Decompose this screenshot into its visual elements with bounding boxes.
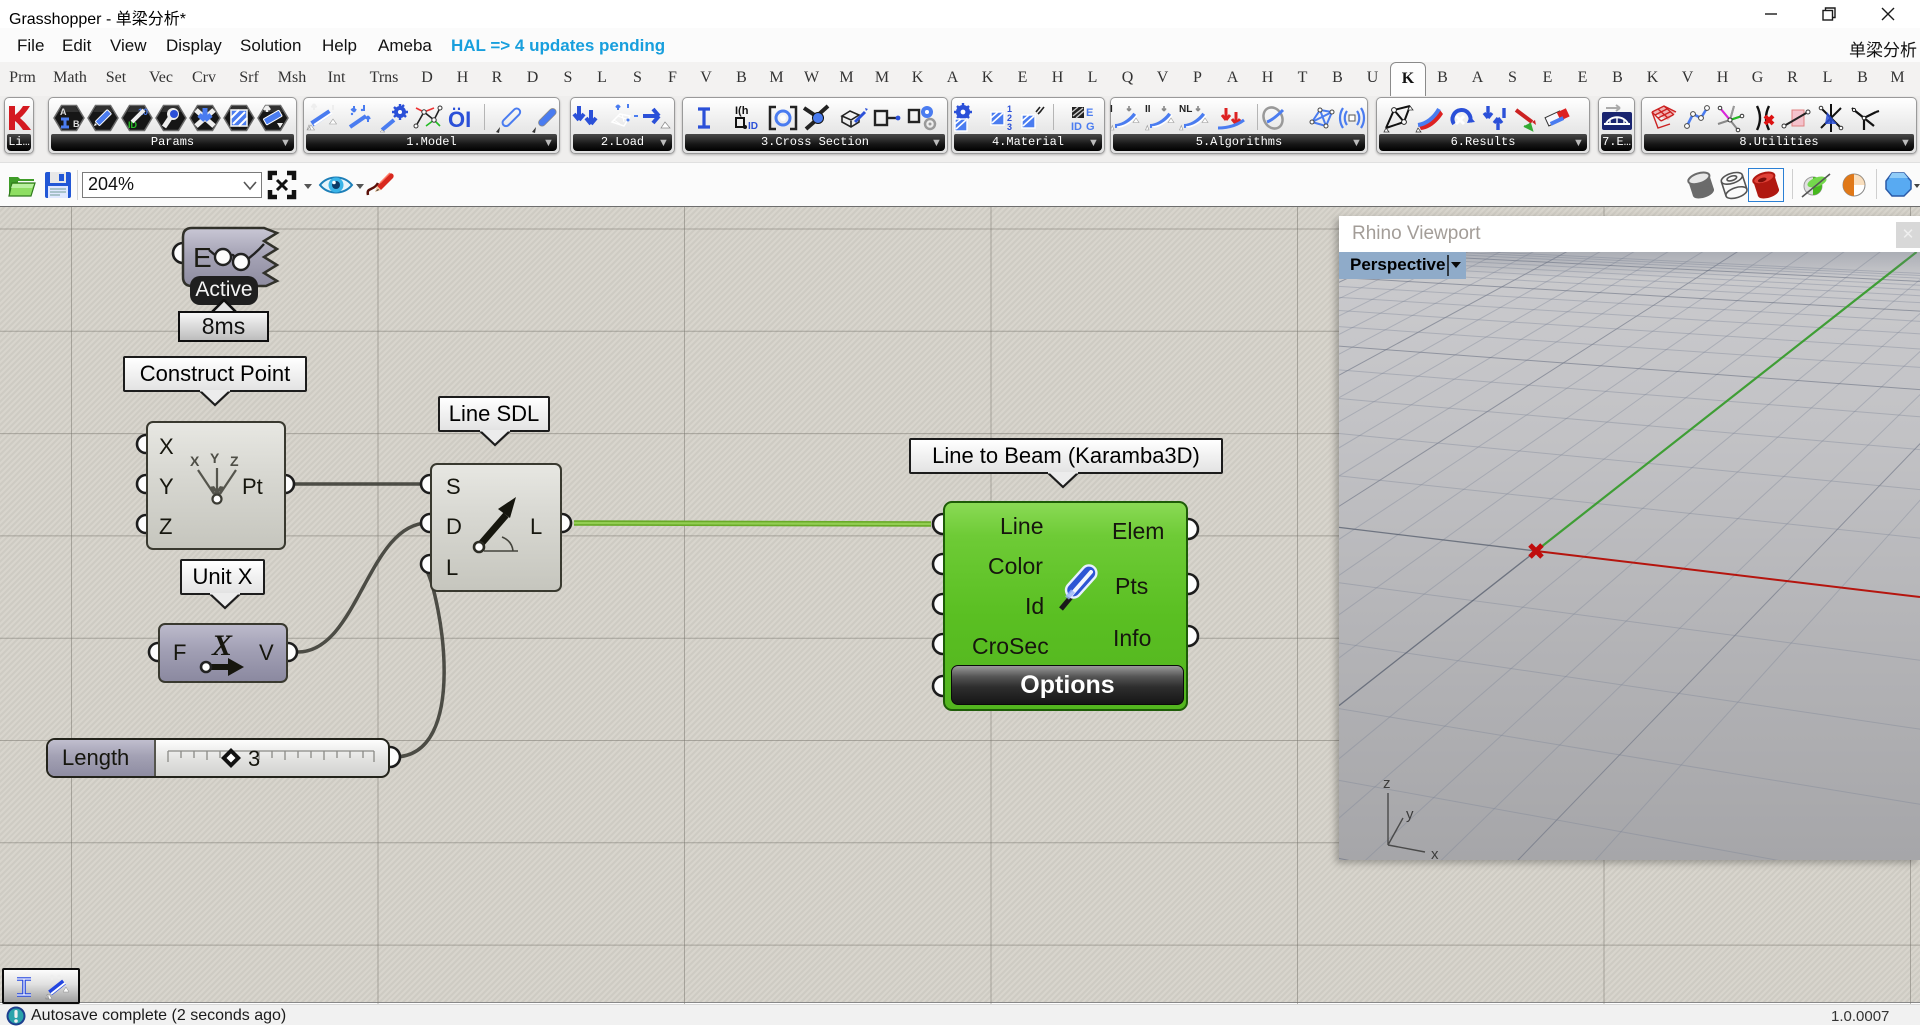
svg-text:I: I bbox=[1110, 104, 1113, 115]
svg-text:3: 3 bbox=[248, 746, 260, 771]
svg-text:ÖI: ÖI bbox=[448, 107, 471, 132]
svg-text:E: E bbox=[193, 242, 212, 273]
svg-text:z: z bbox=[1383, 775, 1391, 792]
svg-text:3: 3 bbox=[1007, 122, 1012, 132]
svg-text:II: II bbox=[1145, 104, 1151, 115]
svg-text:X: X bbox=[190, 453, 200, 469]
svg-text:B: B bbox=[73, 119, 80, 129]
svg-text:Y: Y bbox=[210, 453, 220, 466]
svg-text:A: A bbox=[60, 107, 67, 117]
svg-text:X: X bbox=[211, 629, 233, 662]
svg-text:E: E bbox=[1086, 107, 1093, 119]
svg-text:ID: ID bbox=[748, 121, 758, 132]
svg-text:x: x bbox=[1431, 846, 1439, 860]
svg-text:G: G bbox=[1086, 121, 1095, 133]
svg-text:y: y bbox=[1406, 806, 1414, 823]
svg-text:Z: Z bbox=[230, 453, 239, 469]
svg-text:ID: ID bbox=[1071, 121, 1082, 133]
svg-text:NL: NL bbox=[1179, 104, 1192, 115]
svg-text:I(h: I(h bbox=[735, 105, 749, 117]
